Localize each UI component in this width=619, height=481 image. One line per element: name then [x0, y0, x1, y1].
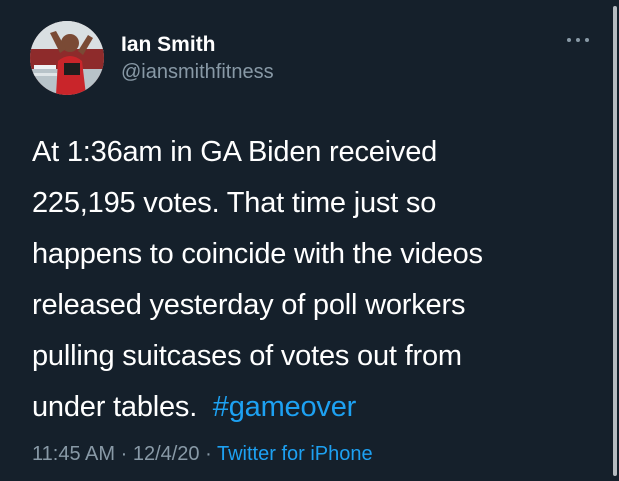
avatar-image: [30, 21, 104, 95]
separator: ·: [205, 443, 212, 465]
tweet-text-line: At 1:36am in GA Biden received: [32, 136, 438, 168]
scrollbar[interactable]: [613, 6, 617, 476]
tweet-text-line: under tables.: [32, 391, 205, 423]
source-link[interactable]: Twitter for iPhone: [217, 443, 373, 465]
tweet-card: Ian Smith @iansmithfitness At 1:36am in …: [0, 0, 619, 481]
dot-icon: [585, 38, 589, 42]
dot-icon: [567, 38, 571, 42]
dot-icon: [576, 38, 580, 42]
tweet-time: 11:45 AM: [32, 443, 116, 465]
tweet-text-line: 225,195 votes. That time just so: [32, 187, 437, 219]
tweet-text-line: happens to coincide with the videos: [32, 238, 483, 270]
tweet-text: At 1:36am in GA Biden received 225,195 v…: [32, 127, 592, 433]
tweet-metadata: 11:45 AM · 12/4/20 · Twitter for iPhone: [32, 441, 373, 467]
tweet-text-line: released yesterday of poll workers: [32, 289, 466, 321]
author-name[interactable]: Ian Smith: [121, 33, 216, 57]
hashtag-link[interactable]: #gameover: [213, 391, 356, 423]
separator: ·: [120, 443, 128, 465]
tweet-text-line: pulling suitcases of votes out from: [32, 340, 462, 372]
tweet-date: 12/4/20: [132, 443, 200, 465]
more-options-icon[interactable]: [567, 34, 589, 46]
author-handle[interactable]: @iansmithfitness: [121, 60, 274, 84]
tweet-text-last-line: under tables. #gameover: [32, 382, 592, 433]
avatar[interactable]: [30, 21, 104, 95]
